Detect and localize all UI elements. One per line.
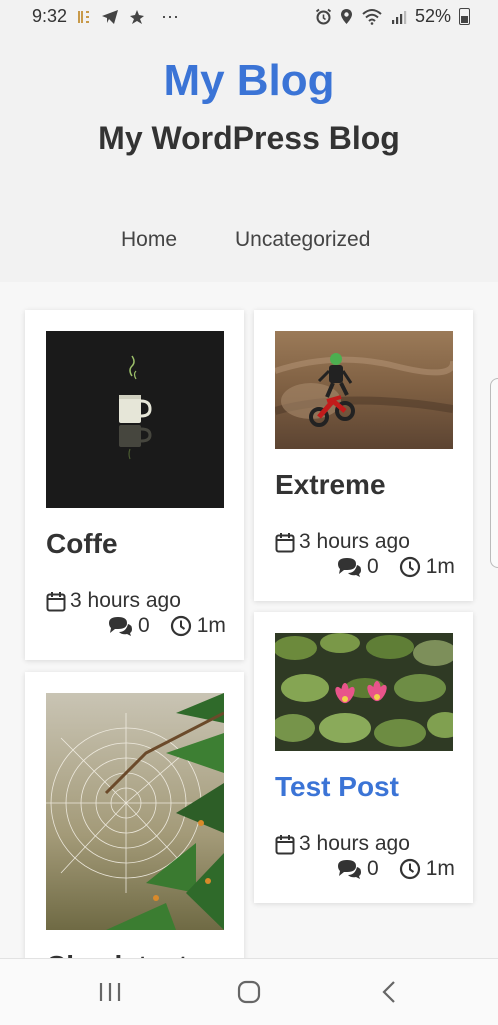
post-card-check-text[interactable]: Check text [25,672,244,992]
clock-icon [399,858,420,880]
status-bar-right: 52% [315,6,470,27]
water-lilies-image[interactable] [275,633,453,751]
status-more-dots: ··· [161,6,180,26]
post-title[interactable]: Coffe [46,528,118,560]
comments-icon [338,558,361,577]
signal-icon [391,10,407,24]
site-title[interactable]: My Blog [0,56,498,106]
alarm-icon [315,8,332,25]
comments-icon [338,860,361,879]
wifi-icon [362,9,382,25]
calendar-icon [275,532,295,552]
comments-icon [109,617,132,636]
system-nav-bar [0,958,498,1025]
main-nav: Home Uncategorized [0,228,498,258]
post-date-text: 3 hours ago [299,832,410,855]
status-time: 9:32 [32,6,68,26]
read-time: 1m [425,555,455,578]
post-date-text: 3 hours ago [70,589,181,612]
nav-item-home[interactable]: Home [121,228,177,252]
status-bar: 9:32 ··· 52% [0,0,498,34]
comment-count: 0 [367,555,379,578]
calendar-icon [46,591,66,611]
site-header: My Blog My WordPress Blog Home Uncategor… [0,34,498,282]
post-stats: 0 1m [336,857,455,881]
comment-count: 0 [367,857,379,880]
post-card-extreme[interactable]: Extreme 3 hours ago 0 1m [254,310,473,601]
post-stats: 0 1m [107,614,226,638]
home-button[interactable] [209,959,289,1025]
back-icon [382,981,395,1003]
scroll-handle[interactable] [490,378,498,568]
post-date: 3 hours ago [275,832,410,856]
read-time: 1m [196,614,226,637]
location-icon [340,9,352,24]
read-time: 1m [425,857,455,880]
calendar-icon [275,834,295,854]
post-card-coffe[interactable]: Coffe 3 hours ago 0 1m [25,310,244,660]
recent-apps-button[interactable] [70,959,150,1025]
telegram-icon [102,9,119,24]
battery-icon [459,8,470,25]
status-bar-left: 9:32 ··· [32,6,179,27]
coffee-mug-image[interactable] [46,331,224,508]
post-date: 3 hours ago [46,589,181,613]
post-card-test-post[interactable]: Test Post 3 hours ago 0 1m [254,612,473,903]
post-stats: 0 1m [336,555,455,579]
home-icon [237,980,261,1004]
clock-icon [399,556,420,578]
clock-icon [170,615,191,637]
back-button[interactable] [349,959,429,1025]
comment-count: 0 [138,614,150,637]
recent-apps-icon [99,983,121,1001]
battery-percent: 52% [414,6,451,26]
motocross-image[interactable] [275,331,453,449]
spider-web-image[interactable] [46,693,224,930]
post-title[interactable]: Test Post [275,771,399,803]
post-date: 3 hours ago [275,530,410,554]
post-title[interactable]: Extreme [275,469,386,501]
nav-item-uncategorized[interactable]: Uncategorized [235,228,370,252]
app-notification-icon [78,10,90,23]
alert-icon [130,9,145,24]
post-date-text: 3 hours ago [299,530,410,553]
site-description: My WordPress Blog [98,120,400,156]
